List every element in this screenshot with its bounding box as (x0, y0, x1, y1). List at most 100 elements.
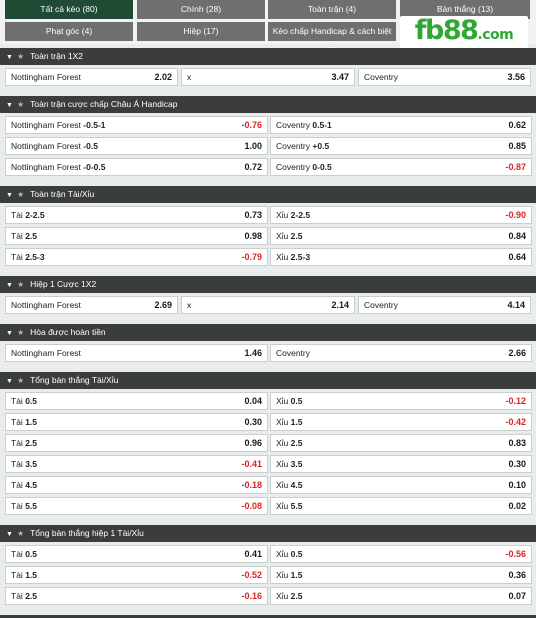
caret-down-icon[interactable]: ▼ (6, 378, 13, 385)
odds-cell[interactable]: Tài 2.5 -0.16 (5, 587, 268, 605)
odds-value[interactable]: 0.07 (508, 588, 526, 604)
odds-value[interactable]: -0.16 (241, 588, 262, 604)
odds-cell[interactable]: Tài 2.5 0.98 (5, 227, 268, 245)
odds-value[interactable]: 0.84 (508, 228, 526, 244)
tab-corners[interactable]: Phạt góc (4) (5, 22, 133, 41)
odds-cell[interactable]: Nottingham Forest -0.5 1.00 (5, 137, 268, 155)
odds-value[interactable]: -0.56 (505, 546, 526, 562)
odds-cell[interactable]: Nottingham Forest 2.02 (5, 68, 178, 86)
odds-value[interactable]: 0.62 (508, 117, 526, 133)
star-icon[interactable]: ★ (17, 376, 24, 385)
odds-value[interactable]: -0.18 (241, 477, 262, 493)
odds-cell[interactable]: Xỉu 0.5 -0.56 (270, 545, 532, 563)
odds-value[interactable]: 1.46 (244, 345, 262, 361)
caret-down-icon[interactable]: ▼ (6, 192, 13, 199)
odds-value[interactable]: -0.76 (241, 117, 262, 133)
tab-full-time[interactable]: Toàn trận (4) (268, 0, 396, 19)
odds-cell[interactable]: Coventry 3.56 (358, 68, 531, 86)
odds-cell[interactable]: x 3.47 (181, 68, 355, 86)
odds-cell[interactable]: Nottingham Forest -0-0.5 0.72 (5, 158, 268, 176)
caret-down-icon[interactable]: ▼ (6, 531, 13, 538)
odds-cell[interactable]: Nottingham Forest 1.46 (5, 344, 268, 362)
odds-value[interactable]: 2.14 (331, 297, 349, 313)
odds-cell[interactable]: Xỉu 2-2.5 -0.90 (270, 206, 532, 224)
odds-cell[interactable]: Tài 1.5 0.30 (5, 413, 268, 431)
star-icon[interactable]: ★ (17, 190, 24, 199)
odds-value[interactable]: 2.02 (154, 69, 172, 85)
odds-cell[interactable]: Xỉu 5.5 0.02 (270, 497, 532, 515)
odds-value[interactable]: 0.85 (508, 138, 526, 154)
odds-value[interactable]: 0.73 (244, 207, 262, 223)
odds-cell[interactable]: Xỉu 4.5 0.10 (270, 476, 532, 494)
odds-value[interactable]: 0.41 (244, 546, 262, 562)
odds-cell[interactable]: Xỉu 1.5 -0.42 (270, 413, 532, 431)
odds-cell[interactable]: Xỉu 1.5 0.36 (270, 566, 532, 584)
odds-value[interactable]: 2.69 (154, 297, 172, 313)
star-icon[interactable]: ★ (17, 328, 24, 337)
odds-cell[interactable]: Coventry 0.5-1 0.62 (270, 116, 532, 134)
odds-value[interactable]: -0.08 (241, 498, 262, 514)
odds-value[interactable]: -0.79 (241, 249, 262, 265)
odds-cell[interactable]: Tài 0.5 0.41 (5, 545, 268, 563)
caret-down-icon[interactable]: ▼ (6, 54, 13, 61)
star-icon[interactable]: ★ (17, 52, 24, 61)
odds-value[interactable]: -0.87 (505, 159, 526, 175)
odds-value[interactable]: 0.72 (244, 159, 262, 175)
odds-cell[interactable]: Coventry 0-0.5 -0.87 (270, 158, 532, 176)
star-icon[interactable]: ★ (17, 100, 24, 109)
odds-cell[interactable]: Tài 2-2.5 0.73 (5, 206, 268, 224)
odds-value[interactable]: -0.90 (505, 207, 526, 223)
caret-down-icon[interactable]: ▼ (6, 330, 13, 337)
odds-cell[interactable]: Tài 2.5 0.96 (5, 434, 268, 452)
odds-value[interactable]: 0.96 (244, 435, 262, 451)
odds-value[interactable]: 0.02 (508, 498, 526, 514)
odds-cell[interactable]: Nottingham Forest 2.69 (5, 296, 178, 314)
section-header[interactable]: ▼ ★ Toàn trận cược chấp Châu Á Handicap (0, 96, 536, 113)
tab-all-markets[interactable]: Tất cả kèo (80) (5, 0, 133, 19)
tab-main[interactable]: Chính (28) (137, 0, 265, 19)
odds-value[interactable]: -0.42 (505, 414, 526, 430)
section-header[interactable]: ▼ ★ Toàn trận 1X2 (0, 48, 536, 65)
odds-value[interactable]: 0.36 (508, 567, 526, 583)
odds-cell[interactable]: Coventry 2.66 (270, 344, 532, 362)
odds-cell[interactable]: Tài 1.5 -0.52 (5, 566, 268, 584)
caret-down-icon[interactable]: ▼ (6, 102, 13, 109)
odds-value[interactable]: 0.04 (244, 393, 262, 409)
odds-cell[interactable]: Xỉu 2.5-3 0.64 (270, 248, 532, 266)
odds-cell[interactable]: Tài 0.5 0.04 (5, 392, 268, 410)
odds-value[interactable]: 3.47 (331, 69, 349, 85)
odds-value[interactable]: 0.30 (244, 414, 262, 430)
tab-halves[interactable]: Hiệp (17) (137, 22, 265, 41)
odds-cell[interactable]: x 2.14 (181, 296, 355, 314)
odds-cell[interactable]: Nottingham Forest -0.5-1 -0.76 (5, 116, 268, 134)
odds-cell[interactable]: Xỉu 2.5 0.84 (270, 227, 532, 245)
tab-handicap[interactable]: Kèo chấp Handicap & cách biệt (3) (268, 22, 396, 55)
section-header[interactable]: ▼ ★ Toàn trận Tài/Xỉu (0, 186, 536, 203)
odds-value[interactable]: -0.52 (241, 567, 262, 583)
odds-value[interactable]: 4.14 (507, 297, 525, 313)
odds-value[interactable]: 0.98 (244, 228, 262, 244)
odds-value[interactable]: 3.56 (507, 69, 525, 85)
odds-cell[interactable]: Coventry 4.14 (358, 296, 531, 314)
odds-value[interactable]: 0.64 (508, 249, 526, 265)
section-header[interactable]: ▼ ★ Hiệp 1 Cược 1X2 (0, 276, 536, 293)
odds-cell[interactable]: Xỉu 2.5 0.07 (270, 587, 532, 605)
odds-cell[interactable]: Tài 5.5 -0.08 (5, 497, 268, 515)
odds-value[interactable]: 1.00 (244, 138, 262, 154)
odds-value[interactable]: 0.83 (508, 435, 526, 451)
section-header[interactable]: ▼ ★ Tổng bàn thắng Tài/Xỉu (0, 372, 536, 389)
odds-value[interactable]: -0.12 (505, 393, 526, 409)
odds-cell[interactable]: Coventry +0.5 0.85 (270, 137, 532, 155)
odds-cell[interactable]: Xỉu 3.5 0.30 (270, 455, 532, 473)
odds-cell[interactable]: Xỉu 0.5 -0.12 (270, 392, 532, 410)
section-header[interactable]: ▼ ★ Tổng bàn thắng hiệp 1 Tài/Xỉu (0, 525, 536, 542)
odds-cell[interactable]: Xỉu 2.5 0.83 (270, 434, 532, 452)
star-icon[interactable]: ★ (17, 280, 24, 289)
odds-cell[interactable]: Tài 3.5 -0.41 (5, 455, 268, 473)
odds-value[interactable]: -0.41 (241, 456, 262, 472)
odds-cell[interactable]: Tài 2.5-3 -0.79 (5, 248, 268, 266)
odds-cell[interactable]: Tài 4.5 -0.18 (5, 476, 268, 494)
odds-value[interactable]: 0.10 (508, 477, 526, 493)
odds-value[interactable]: 2.66 (508, 345, 526, 361)
star-icon[interactable]: ★ (17, 529, 24, 538)
